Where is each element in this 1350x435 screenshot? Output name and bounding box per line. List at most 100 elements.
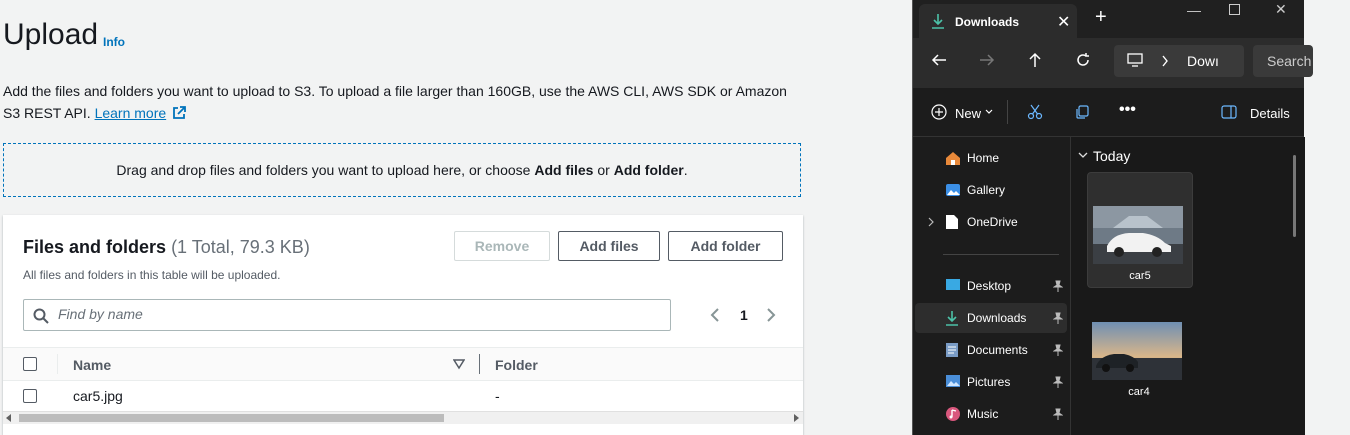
sidebar-item-desktop[interactable]: Desktop xyxy=(915,271,1067,301)
downloads-icon xyxy=(946,311,958,326)
tab-bar: Downloads ✕ + — ✕ xyxy=(913,0,1304,38)
collapse-group-icon[interactable] xyxy=(1078,151,1088,159)
add-files-button[interactable]: Add files xyxy=(558,231,660,261)
close-icon[interactable]: ✕ xyxy=(1057,12,1070,32)
column-resizer[interactable] xyxy=(479,354,480,374)
search-icon xyxy=(33,308,49,324)
files-folders-panel: Files and folders (1 Total, 79.3 KB) All… xyxy=(3,215,803,435)
new-tab-icon[interactable]: + xyxy=(1095,6,1107,29)
details-button[interactable]: Details xyxy=(1250,106,1290,121)
navigation-bar: Dowı Search xyxy=(913,38,1313,88)
address-text: Dowı xyxy=(1187,53,1219,69)
table-row: car5.jpg - xyxy=(3,380,803,412)
pin-icon[interactable] xyxy=(1053,408,1063,420)
remove-button[interactable]: Remove xyxy=(454,231,550,261)
downloads-icon xyxy=(932,14,944,29)
column-header-folder[interactable]: Folder xyxy=(495,357,538,373)
car5-thumbnail xyxy=(1093,206,1183,264)
forward-arrow-icon[interactable] xyxy=(979,52,995,68)
learn-more-link[interactable]: Learn more xyxy=(95,105,167,121)
column-divider xyxy=(57,354,58,374)
sidebar-item-label: Pictures xyxy=(967,375,1011,389)
music-icon xyxy=(946,407,960,421)
new-button[interactable]: New xyxy=(955,106,981,121)
this-pc-icon xyxy=(1127,53,1143,67)
sidebar-item-label: Music xyxy=(967,407,999,421)
file-explorer-window: Downloads ✕ + — ✕ Dowı Search New ••• De… xyxy=(912,0,1313,435)
navigation-pane: Home Gallery OneDrive Desktop Downloads … xyxy=(913,137,1069,435)
pictures-icon xyxy=(946,375,960,387)
gallery-icon xyxy=(946,184,960,196)
pin-icon[interactable] xyxy=(1053,344,1063,356)
file-item-car4[interactable]: car4 xyxy=(1087,289,1191,403)
column-header-name[interactable]: Name xyxy=(73,357,111,373)
expand-chevron-icon[interactable] xyxy=(928,217,934,227)
page-number[interactable]: 1 xyxy=(740,307,748,323)
sort-down-icon[interactable] xyxy=(453,358,465,370)
up-arrow-icon[interactable] xyxy=(1027,52,1043,68)
copy-icon[interactable] xyxy=(1074,104,1090,120)
scrollbar-thumb[interactable] xyxy=(19,414,444,422)
sidebar-item-label: Desktop xyxy=(967,279,1012,293)
home-icon xyxy=(946,152,960,165)
table-header: Name Folder xyxy=(3,347,803,381)
pin-icon[interactable] xyxy=(1053,312,1063,324)
dropzone-or: or xyxy=(593,162,614,178)
files-panel-subtitle: All files and folders in this table will… xyxy=(23,268,281,282)
pin-icon[interactable] xyxy=(1053,280,1063,292)
sidebar-item-pictures[interactable]: Pictures xyxy=(915,367,1067,397)
minimize-icon[interactable]: — xyxy=(1187,2,1201,18)
chevron-left-icon[interactable] xyxy=(709,307,721,323)
files-panel-title: Files and folders (1 Total, 79.3 KB) xyxy=(23,237,310,258)
command-bar: New ••• Details xyxy=(913,88,1304,137)
select-all-checkbox[interactable] xyxy=(23,357,37,371)
dropzone-suffix: . xyxy=(683,162,688,178)
tab-downloads[interactable]: Downloads ✕ xyxy=(919,4,1077,38)
maximize-icon[interactable] xyxy=(1229,4,1240,15)
sidebar-item-documents[interactable]: Documents xyxy=(915,335,1067,365)
more-options-icon[interactable]: ••• xyxy=(1119,101,1136,119)
breadcrumb-chevron-icon xyxy=(1162,55,1168,67)
sidebar-item-onedrive[interactable]: OneDrive xyxy=(915,207,1067,237)
sidebar-item-home[interactable]: Home xyxy=(915,143,1067,173)
desktop-icon xyxy=(946,279,960,290)
sidebar-divider xyxy=(943,254,1059,255)
files-count: (1 Total, 79.3 KB) xyxy=(171,237,310,257)
plus-circle-icon[interactable] xyxy=(931,104,947,120)
group-header-today[interactable]: Today xyxy=(1093,148,1130,164)
command-divider xyxy=(1007,100,1008,124)
back-arrow-icon[interactable] xyxy=(931,52,947,68)
horizontal-scrollbar[interactable] xyxy=(3,411,803,424)
file-item-car5[interactable]: car5 xyxy=(1087,172,1193,288)
pin-icon[interactable] xyxy=(1053,376,1063,388)
scroll-right-icon[interactable] xyxy=(792,414,800,422)
chevron-down-icon[interactable] xyxy=(985,109,993,115)
window-close-icon[interactable]: ✕ xyxy=(1275,1,1287,18)
page-title: Upload xyxy=(3,18,99,51)
drop-zone[interactable]: Drag and drop files and folders you want… xyxy=(3,143,801,197)
refresh-icon[interactable] xyxy=(1075,52,1091,68)
external-link-icon xyxy=(173,106,186,119)
sidebar-item-label: Home xyxy=(967,151,1000,165)
search-input[interactable] xyxy=(56,305,660,323)
cut-icon[interactable] xyxy=(1027,104,1043,120)
sidebar-item-downloads[interactable]: Downloads xyxy=(915,303,1067,333)
add-folder-button[interactable]: Add folder xyxy=(668,231,783,261)
search-placeholder: Search xyxy=(1267,53,1312,69)
chevron-right-icon[interactable] xyxy=(765,307,777,323)
details-pane-icon[interactable] xyxy=(1221,105,1237,119)
dropzone-text: Drag and drop files and folders you want… xyxy=(116,162,535,178)
tab-label: Downloads xyxy=(955,15,1020,29)
sidebar-item-gallery[interactable]: Gallery xyxy=(915,175,1067,205)
sidebar-item-music[interactable]: Music xyxy=(915,399,1067,429)
row-folder: - xyxy=(495,388,500,404)
scroll-left-icon[interactable] xyxy=(5,414,13,422)
find-by-name-search xyxy=(23,299,671,331)
info-link[interactable]: Info xyxy=(103,35,125,49)
sidebar-item-label: Downloads xyxy=(967,311,1027,325)
sidebar-item-label: Documents xyxy=(967,343,1028,357)
vertical-scrollbar[interactable] xyxy=(1293,155,1296,237)
address-bar[interactable]: Dowı xyxy=(1114,45,1244,77)
explorer-search-box[interactable]: Search xyxy=(1253,45,1313,77)
row-checkbox[interactable] xyxy=(23,389,37,403)
